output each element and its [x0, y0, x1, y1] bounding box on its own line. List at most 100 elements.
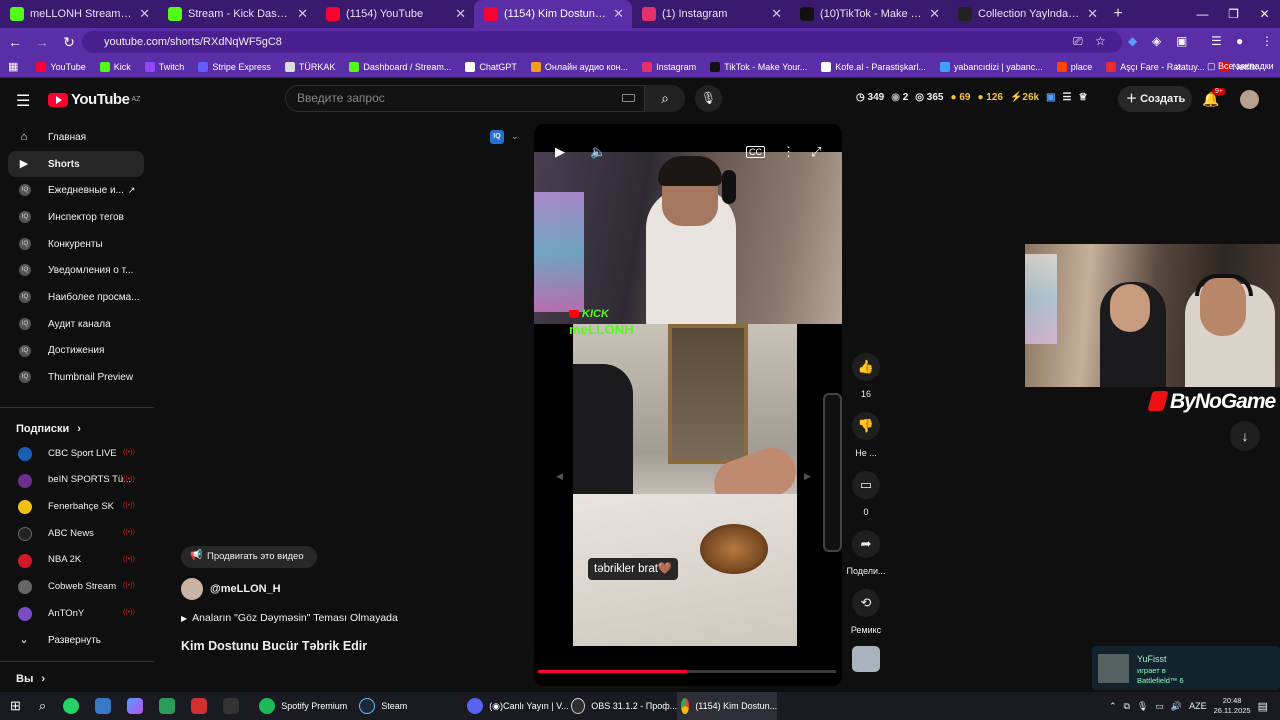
- all-bookmarks[interactable]: ▢ Все закладки: [1207, 61, 1274, 72]
- subscription-channel[interactable]: ABC News ((•)): [0, 520, 154, 547]
- browser-tab[interactable]: (10)TikTok - Make Your Day✕: [790, 0, 948, 28]
- bookmark-item[interactable]: Kofe.al - Parastişkarl...: [821, 61, 926, 72]
- extension-icon[interactable]: ◈: [1152, 34, 1161, 48]
- back-icon[interactable]: ←: [3, 34, 27, 50]
- channel-link[interactable]: @meLLON_H: [181, 578, 281, 600]
- close-icon[interactable]: ✕: [297, 6, 308, 22]
- close-icon[interactable]: ✕: [455, 6, 466, 22]
- copilot-icon[interactable]: [127, 692, 149, 720]
- volume-icon[interactable]: 🔈: [590, 144, 606, 160]
- sidebar-item-shorts[interactable]: ▶ Shorts: [8, 150, 144, 178]
- extension-icon[interactable]: ◆: [1128, 34, 1137, 48]
- sidebar-item-achievements[interactable]: IQ Достижения: [0, 338, 154, 365]
- bookmark-item[interactable]: ChatGPT: [465, 61, 517, 72]
- bookmark-item[interactable]: Twitch: [144, 61, 184, 72]
- language-indicator[interactable]: AZE: [1189, 701, 1207, 711]
- bookmark-item[interactable]: Instagram: [642, 61, 696, 72]
- browser-tab[interactable]: (1154) YouTube ✕: [316, 0, 474, 28]
- dislike-button[interactable]: 👎 Не ...: [844, 412, 888, 458]
- minimize-icon[interactable]: —: [1187, 7, 1218, 21]
- file-explorer-icon[interactable]: [95, 692, 117, 720]
- sidebar-item-daily[interactable]: IQ Ежедневные и... ↗: [0, 177, 154, 204]
- sidebar-icon[interactable]: ☰: [1211, 34, 1222, 48]
- extensions-puzzle-icon[interactable]: ▣: [1176, 34, 1187, 48]
- copy-icon[interactable]: ⧉: [1123, 701, 1129, 712]
- subscription-channel[interactable]: Cobweb Stream ((•)): [0, 573, 154, 600]
- browser-tab-active[interactable]: (1154) Kim Dostunu Bucür Təbri✕: [474, 0, 632, 28]
- chevron-down-icon[interactable]: ⌄: [511, 131, 519, 142]
- browser-tab[interactable]: Collection Yaylnda baxılası crea✕: [948, 0, 1106, 28]
- bookmark-star-icon[interactable]: ☆: [1095, 34, 1106, 48]
- app-icon[interactable]: [191, 692, 213, 720]
- apps-grid-icon[interactable]: ▦: [8, 60, 18, 73]
- volume-icon[interactable]: 🔊: [1171, 701, 1182, 712]
- taskbar-app-obs[interactable]: OBS 31.1.2 - Проф...: [571, 692, 677, 720]
- search-icon[interactable]: ⌕: [39, 692, 46, 720]
- new-tab-button[interactable]: +: [1106, 5, 1130, 23]
- sidebar-item-channel-audit[interactable]: IQ Аудит канала: [0, 311, 154, 338]
- bookmark-item[interactable]: Kick: [99, 61, 131, 72]
- windows-start-icon[interactable]: ⊞: [10, 692, 21, 720]
- close-icon[interactable]: ✕: [613, 6, 624, 22]
- chevron-up-icon[interactable]: ⌃: [1109, 701, 1117, 712]
- taskbar-app-spotify[interactable]: Spotify Premium: [259, 692, 359, 720]
- remix-button[interactable]: ⟲ Ремикс: [844, 589, 888, 635]
- bookmark-item[interactable]: TÜRKAK: [284, 61, 335, 72]
- reload-icon[interactable]: ↻: [57, 34, 81, 51]
- close-icon[interactable]: ✕: [139, 6, 150, 22]
- browser-tab[interactable]: meLLONH Stream - Watch Live✕: [0, 0, 158, 28]
- voice-search-button[interactable]: 🎙: [695, 85, 722, 112]
- bookmark-item[interactable]: place: [1056, 61, 1092, 72]
- sidebar-item-home[interactable]: ⌂ Главная: [0, 124, 154, 151]
- restore-icon[interactable]: ❐: [1218, 7, 1249, 21]
- taskbar-app-discord[interactable]: (◉)Canlı Yayın | V...: [467, 692, 571, 720]
- sidebar-item-competitors[interactable]: IQ Конкуренты: [0, 231, 154, 258]
- notification-center-icon[interactable]: ▤: [1258, 700, 1268, 713]
- url-field[interactable]: youtube.com/shorts/RXdNqWF5gC8: [82, 31, 1122, 53]
- search-input[interactable]: Введите запрос: [285, 85, 645, 112]
- forward-icon[interactable]: →: [30, 34, 54, 50]
- bookmarks-overflow-icon[interactable]: »: [1175, 61, 1181, 73]
- create-button[interactable]: ＋ Создать: [1118, 86, 1192, 112]
- bookmark-item[interactable]: Онлайн аудио кон...: [530, 61, 628, 72]
- capcut-icon[interactable]: [223, 692, 245, 720]
- close-icon[interactable]: ✕: [929, 6, 940, 22]
- sidebar-item-tag-inspector[interactable]: IQ Инспектор тегов: [0, 204, 154, 231]
- taskbar-app-chrome[interactable]: (1154) Kim Dostun...: [677, 692, 778, 720]
- prev-arrow-icon[interactable]: ◀: [556, 471, 563, 482]
- network-icon[interactable]: ▭: [1155, 701, 1164, 712]
- bookmark-item[interactable]: Dashboard / Stream...: [349, 61, 451, 72]
- bookmark-item[interactable]: Stripe Express: [198, 61, 271, 72]
- mic-icon[interactable]: 🎙: [1137, 701, 1148, 712]
- taskbar-app-steam[interactable]: Steam: [359, 692, 467, 720]
- list-icon[interactable]: ☰: [1063, 92, 1072, 103]
- next-arrow-icon[interactable]: ▶: [804, 471, 811, 482]
- subscriptions-header[interactable]: Подписки ›: [0, 418, 154, 440]
- next-short-button[interactable]: ↓: [1230, 421, 1260, 451]
- close-window-icon[interactable]: ✕: [1249, 7, 1280, 21]
- whatsapp-icon[interactable]: [63, 692, 85, 720]
- iq-extension-icon[interactable]: IQ: [490, 130, 504, 144]
- comments-button[interactable]: ▭ 0: [844, 471, 888, 517]
- sidebar-item-thumbnail-preview[interactable]: IQ Thumbnail Preview: [0, 364, 154, 391]
- install-app-icon[interactable]: ⎚: [1073, 34, 1083, 49]
- captions-icon[interactable]: CC: [746, 146, 765, 158]
- audio-thumbnail[interactable]: [852, 646, 880, 672]
- bookmark-item[interactable]: TikTok - Make Your...: [710, 61, 807, 72]
- progress-bar[interactable]: [538, 670, 836, 673]
- keyboard-icon[interactable]: [622, 94, 635, 102]
- hamburger-menu-icon[interactable]: ☰: [16, 91, 30, 111]
- clock[interactable]: 20:48 26.11.2025: [1214, 696, 1251, 716]
- trophy-icon[interactable]: ♕: [1079, 92, 1088, 103]
- subscription-channel[interactable]: AnTOnY ((•)): [0, 600, 154, 627]
- user-avatar[interactable]: [1240, 90, 1259, 109]
- browser-tab[interactable]: (1) Instagram ✕: [632, 0, 790, 28]
- subscription-channel[interactable]: beIN SPORTS Tü... ((•)): [0, 467, 154, 494]
- subscription-channel[interactable]: Fenerbahçe SK ((•)): [0, 493, 154, 520]
- share-button[interactable]: ➦ Подели...: [844, 530, 888, 576]
- close-icon[interactable]: ✕: [771, 6, 782, 22]
- bookmark-item[interactable]: YouTube: [36, 61, 86, 72]
- browser-menu-icon[interactable]: ⋮: [1261, 34, 1273, 48]
- scroll-rail[interactable]: [823, 393, 842, 552]
- sidebar-item-notifications[interactable]: IQ Уведомления о т...: [0, 257, 154, 284]
